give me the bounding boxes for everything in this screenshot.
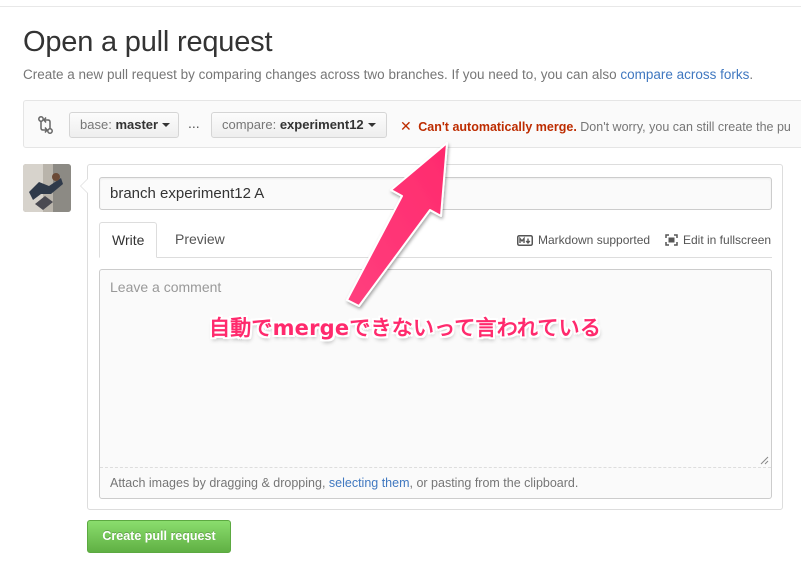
avatar[interactable] [23,164,71,212]
comment-box: Attach images by dragging & dropping, se… [99,269,772,499]
range-ellipsis: ... [188,115,200,131]
pr-title-input[interactable] [99,177,772,210]
fullscreen-icon [665,234,678,246]
x-icon: ✕ [400,118,412,134]
base-branch-select[interactable]: base: master [69,112,179,138]
attach-images-bar[interactable]: Attach images by dragging & dropping, se… [100,467,771,498]
top-divider [0,6,801,7]
annotation-callout: 自動でmergeできないって言われている [209,316,602,340]
merge-status: ✕ Can't automatically merge. Don't worry… [400,118,791,135]
compare-value: experiment12 [279,117,364,132]
branch-range-bar: base: master ... compare: experiment12 ✕… [23,100,801,148]
chevron-down-icon [367,123,376,127]
compare-forks-link[interactable]: compare across forks [620,67,749,82]
git-compare-icon[interactable] [37,115,55,135]
tab-divider [99,257,772,258]
compare-label: compare: [222,117,277,132]
base-label: base: [80,117,112,132]
fullscreen-note: Edit in fullscreen [683,233,772,247]
comment-textarea[interactable] [100,270,771,467]
markdown-icon [517,235,533,246]
merge-status-note: Don't worry, you can still create the pu [580,120,791,134]
subtitle-text: Create a new pull request by comparing c… [23,67,617,82]
markdown-note: Markdown supported [538,233,651,247]
compare-branch-select[interactable]: compare: experiment12 [211,112,387,138]
markdown-supported-link[interactable]: Markdown supported [517,233,650,247]
create-pull-request-button[interactable]: Create pull request [87,520,231,553]
tab-write[interactable]: Write [99,222,157,258]
page-title: Open a pull request [23,26,273,58]
merge-status-error: Can't automatically merge. [418,120,577,134]
attach-suffix: , or pasting from the clipboard. [409,476,579,490]
subtitle-end: . [749,67,754,82]
resize-handle-icon[interactable] [760,456,769,465]
select-files-link[interactable]: selecting them [329,476,410,490]
chevron-down-icon [162,123,171,127]
edit-fullscreen-link[interactable]: Edit in fullscreen [665,233,771,247]
base-value: master [115,117,159,132]
attach-prefix: Attach images by dragging & dropping, [110,476,326,490]
tab-preview[interactable]: Preview [163,222,237,258]
page-subtitle: Create a new pull request by comparing c… [23,67,753,82]
